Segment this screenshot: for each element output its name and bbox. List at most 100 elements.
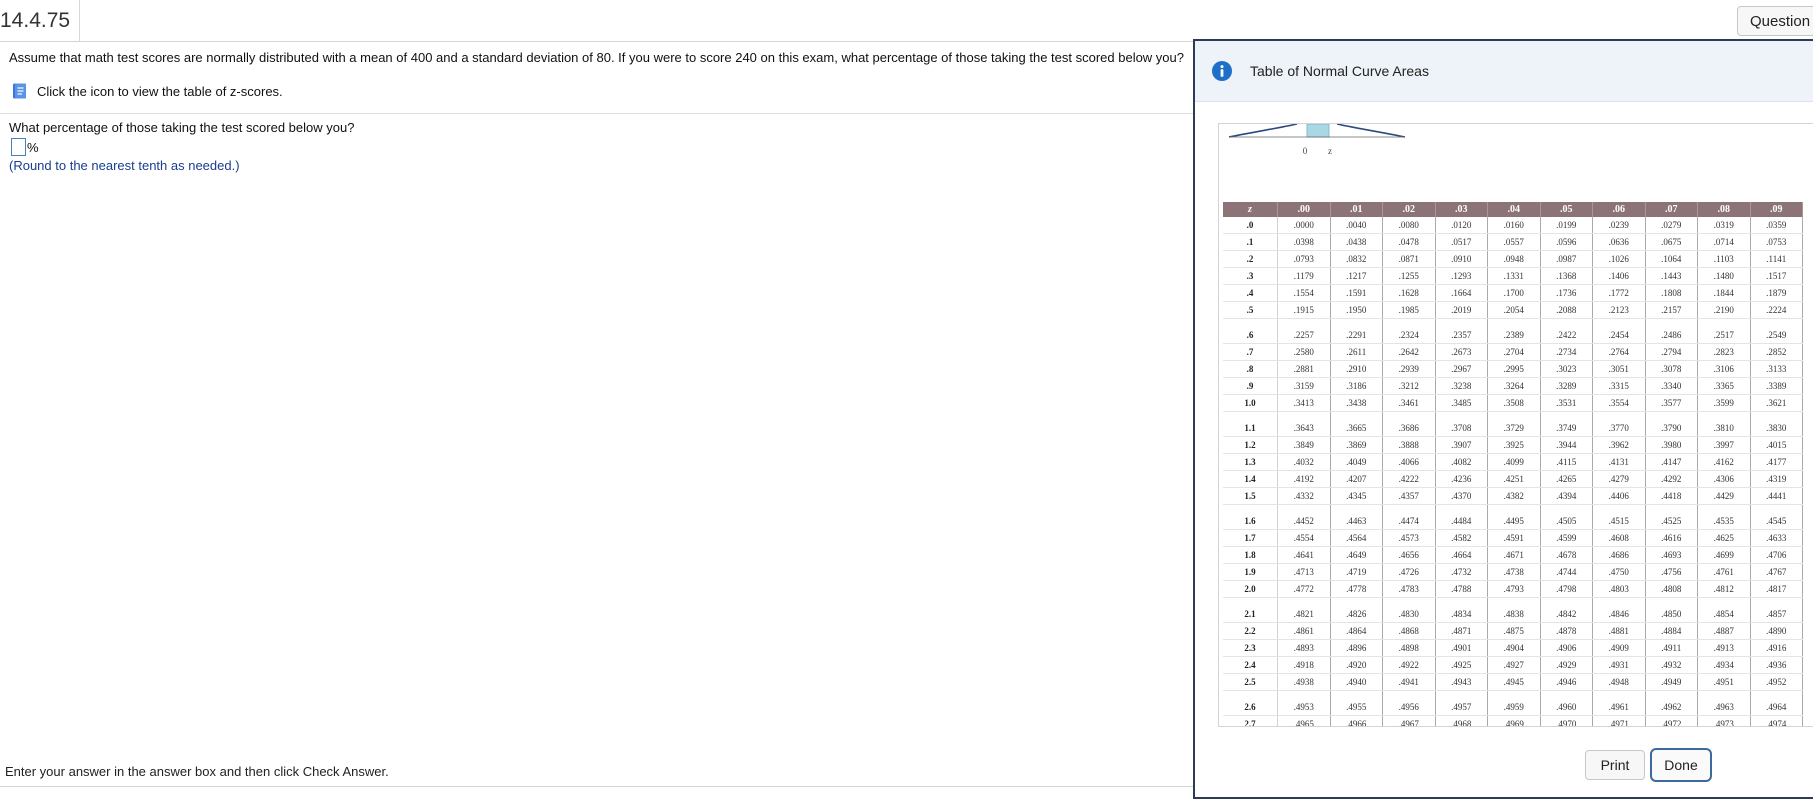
area-cell: .4948 — [1592, 673, 1646, 691]
area-cell: .3106 — [1697, 360, 1751, 378]
area-cell: .4854 — [1697, 597, 1751, 623]
print-button[interactable]: Print — [1585, 750, 1645, 780]
area-cell: .0319 — [1697, 217, 1751, 234]
area-cell: .4970 — [1540, 715, 1593, 726]
area-cell: .1844 — [1697, 284, 1751, 302]
area-cell: .4265 — [1540, 470, 1593, 488]
area-cell: .4236 — [1435, 470, 1488, 488]
col-header: .04 — [1487, 202, 1541, 217]
area-cell: .4887 — [1697, 622, 1751, 640]
answer-input[interactable] — [11, 138, 26, 156]
area-cell: .4940 — [1330, 673, 1383, 691]
area-cell: .2517 — [1697, 318, 1751, 344]
done-button[interactable]: Done — [1650, 748, 1712, 782]
area-cell: .3830 — [1750, 411, 1803, 437]
area-cell: .1591 — [1330, 284, 1383, 302]
area-cell: .2794 — [1645, 343, 1698, 361]
area-cell: .3907 — [1435, 436, 1488, 454]
area-cell: .2054 — [1487, 301, 1541, 319]
area-cell: .4952 — [1750, 673, 1803, 691]
area-cell: .4778 — [1330, 580, 1383, 598]
area-cell: .4793 — [1487, 580, 1541, 598]
table-row: 1.5.4332.4345.4357.4370.4382.4394.4406.4… — [1223, 487, 1803, 505]
area-cell: .0478 — [1382, 233, 1436, 251]
area-cell: .3790 — [1645, 411, 1698, 437]
z-table-body: .0.0000.0040.0080.0120.0160.0199.0239.02… — [1223, 217, 1803, 726]
area-cell: .1664 — [1435, 284, 1488, 302]
table-row: .6.2257.2291.2324.2357.2389.2422.2454.24… — [1223, 318, 1803, 344]
area-cell: .3133 — [1750, 360, 1803, 378]
area-cell: .4972 — [1645, 715, 1698, 726]
area-cell: .3438 — [1330, 394, 1383, 412]
area-cell: .4913 — [1697, 639, 1751, 657]
z-table: z .00 .01 .02 .03 .04 .05 .06 .07 .08 .0… — [1223, 202, 1803, 726]
area-cell: .1368 — [1540, 267, 1593, 285]
table-book-icon[interactable] — [11, 82, 29, 100]
area-cell: .3340 — [1645, 377, 1698, 395]
area-cell: .4826 — [1330, 597, 1383, 623]
area-cell: .3078 — [1645, 360, 1698, 378]
area-cell: .4761 — [1697, 563, 1751, 581]
area-cell: .4699 — [1697, 546, 1751, 564]
area-cell: .4082 — [1435, 453, 1488, 471]
area-cell: .4943 — [1435, 673, 1488, 691]
area-cell: .4898 — [1382, 639, 1436, 657]
area-cell: .0714 — [1697, 233, 1751, 251]
view-table-link[interactable]: Click the icon to view the table of z-sc… — [37, 84, 283, 99]
z-value-cell: 2.2 — [1223, 622, 1278, 640]
area-cell: .3686 — [1382, 411, 1436, 437]
area-cell: .2734 — [1540, 343, 1593, 361]
area-cell: .3643 — [1277, 411, 1331, 437]
area-cell: .4906 — [1540, 639, 1593, 657]
col-header: .08 — [1697, 202, 1751, 217]
area-cell: .4418 — [1645, 487, 1698, 505]
area-cell: .0987 — [1540, 250, 1593, 268]
curve-right-tail — [1336, 124, 1406, 138]
area-cell: .3159 — [1277, 377, 1331, 395]
z-value-cell: .8 — [1223, 360, 1278, 378]
area-cell: .0239 — [1592, 217, 1646, 234]
area-cell: .4934 — [1697, 656, 1751, 674]
table-row: 2.2.4861.4864.4868.4871.4875.4878.4881.4… — [1223, 622, 1803, 640]
area-cell: .4319 — [1750, 470, 1803, 488]
table-scroll-area[interactable]: 0 z z .00 .01 .02 .03 .04 .05 .06 .07 .0… — [1218, 123, 1813, 727]
area-cell: .4686 — [1592, 546, 1646, 564]
question-help-button[interactable]: Question Help — [1737, 6, 1813, 36]
dialog-title: Table of Normal Curve Areas — [1250, 63, 1429, 79]
area-cell: .0910 — [1435, 250, 1488, 268]
area-cell: .1103 — [1697, 250, 1751, 268]
area-cell: .4803 — [1592, 580, 1646, 598]
z-value-cell: 1.3 — [1223, 453, 1278, 471]
area-cell: .2088 — [1540, 301, 1593, 319]
area-cell: .4959 — [1487, 690, 1541, 716]
z-value-cell: .9 — [1223, 377, 1278, 395]
area-cell: .4713 — [1277, 563, 1331, 581]
area-cell: .4429 — [1697, 487, 1751, 505]
area-cell: .4916 — [1750, 639, 1803, 657]
area-cell: .4890 — [1750, 622, 1803, 640]
area-cell: .3869 — [1330, 436, 1383, 454]
area-cell: .4875 — [1487, 622, 1541, 640]
z-table-header-row: z .00 .01 .02 .03 .04 .05 .06 .07 .08 .0… — [1223, 202, 1803, 217]
area-cell: .0636 — [1592, 233, 1646, 251]
z-value-cell: 1.2 — [1223, 436, 1278, 454]
area-cell: .4838 — [1487, 597, 1541, 623]
area-cell: .3770 — [1592, 411, 1646, 437]
area-cell: .4292 — [1645, 470, 1698, 488]
area-cell: .4441 — [1750, 487, 1803, 505]
z-value-cell: .0 — [1223, 217, 1278, 234]
area-cell: .1915 — [1277, 301, 1331, 319]
area-cell: .0000 — [1277, 217, 1331, 234]
area-cell: .2357 — [1435, 318, 1488, 344]
area-cell: .3186 — [1330, 377, 1383, 395]
area-cell: .4131 — [1592, 453, 1646, 471]
table-row: 1.4.4192.4207.4222.4236.4251.4265.4279.4… — [1223, 470, 1803, 488]
area-cell: .2852 — [1750, 343, 1803, 361]
dialog-header: Table of Normal Curve Areas — [1195, 41, 1813, 102]
area-cell: .4767 — [1750, 563, 1803, 581]
area-cell: .4750 — [1592, 563, 1646, 581]
table-row: .2.0793.0832.0871.0910.0948.0987.1026.10… — [1223, 250, 1803, 268]
area-cell: .0596 — [1540, 233, 1593, 251]
area-cell: .4969 — [1487, 715, 1541, 726]
area-cell: .4772 — [1277, 580, 1331, 598]
